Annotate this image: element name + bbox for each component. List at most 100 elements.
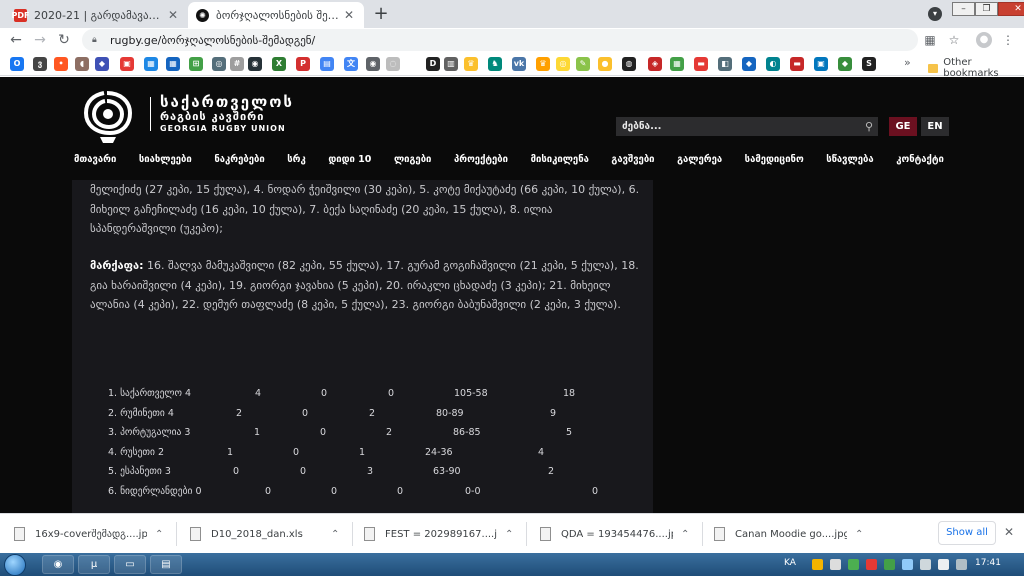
nav-item-didi10[interactable]: დიდი 10 <box>328 154 371 170</box>
bookmark-site-icon[interactable]: ◉ <box>366 57 380 71</box>
bookmark-site-icon[interactable]: ◆ <box>95 57 109 71</box>
utorrent-taskbar-icon[interactable]: µ <box>78 555 110 574</box>
bookmark-site-icon[interactable]: ▦ <box>670 57 684 71</box>
bookmark-site-icon[interactable]: S <box>862 57 876 71</box>
close-tab-icon[interactable]: ✕ <box>166 8 180 22</box>
bookmark-translate-icon[interactable]: 文 <box>344 57 358 71</box>
chrome-taskbar-icon[interactable]: ◉ <box>42 555 74 574</box>
bookmark-site-icon[interactable]: ◉ <box>248 57 262 71</box>
clock[interactable]: 17:41 <box>975 558 1001 568</box>
close-tab-icon[interactable]: ✕ <box>342 8 356 22</box>
bookmark-site-icon[interactable]: ვ <box>33 57 47 71</box>
bookmark-site-icon[interactable]: ▣ <box>120 57 134 71</box>
download-item[interactable]: Canan Moodie go....jpg ⌃ <box>714 522 867 546</box>
bookmark-site-icon[interactable]: ◐ <box>766 57 780 71</box>
bookmark-site-icon[interactable]: ⊞ <box>189 57 203 71</box>
bookmark-rugby-icon[interactable]: ◖ <box>75 57 89 71</box>
close-shelf-icon[interactable]: ✕ <box>1004 525 1014 539</box>
download-item[interactable]: QDA = 193454476....jpg ⌃ <box>540 522 693 546</box>
bookmark-site-icon[interactable]: ◍ <box>622 57 636 71</box>
reload-icon[interactable]: ↻ <box>54 30 74 50</box>
volume-icon[interactable] <box>938 559 949 570</box>
bookmark-vk-icon[interactable]: vk <box>512 57 526 71</box>
tray-app-icon[interactable] <box>956 559 967 570</box>
bookmark-site-icon[interactable]: • <box>54 57 68 71</box>
nav-item-education[interactable]: სწავლება <box>826 154 873 170</box>
tray-app-icon[interactable] <box>866 559 877 570</box>
bookmark-site-icon[interactable]: ♞ <box>488 57 502 71</box>
profile-avatar[interactable]: ● <box>976 32 992 48</box>
bookmark-trophy-icon[interactable]: ♛ <box>464 57 478 71</box>
network-icon[interactable] <box>920 559 931 570</box>
tab-season[interactable]: PDF 2020-21 | გარდამავალი სეზონი ✕ <box>6 2 188 28</box>
bookmark-site-icon[interactable]: ◆ <box>742 57 756 71</box>
bookmark-site-icon[interactable]: ▬ <box>790 57 804 71</box>
back-icon[interactable]: ← <box>6 30 26 50</box>
nav-item-src[interactable]: სრკ <box>287 154 306 170</box>
bookmark-site-icon[interactable]: ▦ <box>144 57 158 71</box>
bookmark-site-icon[interactable]: ◧ <box>718 57 732 71</box>
tray-app-icon[interactable] <box>848 559 859 570</box>
search-icon[interactable]: ⚲ <box>860 117 878 136</box>
nav-item-teams[interactable]: ნაკრებები <box>214 154 264 170</box>
lang-ge-button[interactable]: GE <box>889 117 917 136</box>
tab-lineup[interactable]: ✺ ბორჯღალოსნების შემადგენლ ✕ <box>188 2 364 28</box>
bookmark-site-icon[interactable]: ▬ <box>694 57 708 71</box>
nav-item-projects[interactable]: პროექტები <box>454 154 508 170</box>
folder-taskbar-icon[interactable]: ▤ <box>150 555 182 574</box>
bookmark-site-icon[interactable]: ✎ <box>576 57 590 71</box>
bookmark-trophy-icon[interactable]: ♛ <box>536 57 550 71</box>
tray-app-icon[interactable] <box>884 559 895 570</box>
menu-icon[interactable]: ⋮ <box>1000 32 1016 48</box>
chevron-up-icon[interactable]: ⌃ <box>505 529 517 540</box>
tray-app-icon[interactable] <box>830 559 841 570</box>
bookmarks-overflow-button[interactable]: » <box>904 56 911 69</box>
chevron-up-icon[interactable]: ⌃ <box>155 529 167 540</box>
bookmark-site-icon[interactable]: # <box>230 57 244 71</box>
nav-item-broadcasts[interactable]: გავშვები <box>611 154 654 170</box>
nav-item-home[interactable]: მთავარი <box>74 154 116 170</box>
address-bar[interactable]: 🔒︎ rugby.ge/ბორჯღალოსნების-შემადგენ/ <box>82 29 918 51</box>
nav-item-contact[interactable]: კონტაქტი <box>896 154 944 170</box>
nav-item-medical[interactable]: სამედიცინო <box>745 154 804 170</box>
bookmark-docs-icon[interactable]: ▤ <box>320 57 334 71</box>
search-input[interactable] <box>616 117 860 136</box>
restore-icon[interactable]: ❐ <box>975 2 998 16</box>
rugby-union-logo-icon[interactable] <box>72 87 142 145</box>
nav-item-news[interactable]: სიახლეები <box>139 154 192 170</box>
tray-app-icon[interactable] <box>812 559 823 570</box>
show-all-downloads-button[interactable]: Show all <box>938 521 996 545</box>
bookmark-outlook-icon[interactable]: O <box>10 57 24 71</box>
start-button-icon[interactable] <box>4 554 26 576</box>
bookmark-star-icon[interactable]: ☆ <box>946 32 962 48</box>
tray-app-icon[interactable] <box>902 559 913 570</box>
download-item[interactable]: FEST = 202989167....jpg ⌃ <box>364 522 517 546</box>
download-item[interactable]: 16x9-coverშემადგ....jpg ⌃ <box>14 522 167 546</box>
other-bookmarks[interactable]: Other bookmarks <box>928 57 1024 79</box>
bookmark-site-icon[interactable]: ▦ <box>166 57 180 71</box>
bookmark-pdf-icon[interactable]: P <box>296 57 310 71</box>
bookmark-site-icon[interactable]: ◈ <box>648 57 662 71</box>
bookmark-site-icon[interactable]: ◎ <box>212 57 226 71</box>
bookmark-site-icon[interactable]: ▣ <box>814 57 828 71</box>
bookmark-site-icon[interactable]: ◆ <box>838 57 852 71</box>
bookmark-site-icon[interactable]: ◌ <box>386 57 400 71</box>
nav-item-gallery[interactable]: გალერეა <box>677 154 722 170</box>
chevron-up-icon[interactable]: ⌃ <box>331 529 343 540</box>
nav-item-leagues[interactable]: ლიგები <box>394 154 431 170</box>
chevron-up-icon[interactable]: ⌃ <box>855 529 867 540</box>
input-language[interactable]: KA <box>784 558 796 568</box>
new-tab-button[interactable]: + <box>370 4 392 24</box>
chevron-up-icon[interactable]: ⌃ <box>681 529 693 540</box>
nav-item-mission[interactable]: მისიკილენა <box>531 154 589 170</box>
qr-code-icon[interactable]: ▦ <box>922 32 938 48</box>
forward-icon[interactable]: → <box>30 30 50 50</box>
close-window-icon[interactable]: ✕ <box>998 2 1024 16</box>
bookmark-site-icon[interactable]: ◎ <box>556 57 570 71</box>
bookmark-site-icon[interactable]: ▥ <box>444 57 458 71</box>
lang-en-button[interactable]: EN <box>921 117 949 136</box>
bookmark-excel-icon[interactable]: X <box>272 57 286 71</box>
bookmark-site-icon[interactable]: D <box>426 57 440 71</box>
tab-search-icon[interactable]: ▾ <box>928 7 942 21</box>
explorer-taskbar-icon[interactable]: ▭ <box>114 555 146 574</box>
